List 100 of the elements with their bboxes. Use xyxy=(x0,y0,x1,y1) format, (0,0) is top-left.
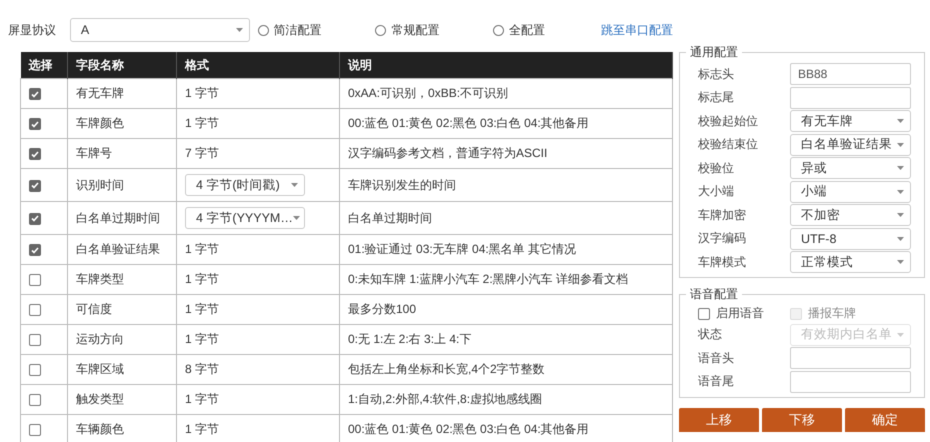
protocol-label: 屏显协议 xyxy=(8,22,57,38)
table-cell: 车辆颜色 xyxy=(76,422,124,436)
checkmark-icon xyxy=(31,90,39,98)
caret-icon xyxy=(897,260,904,264)
field-label: 校验位 xyxy=(698,160,735,176)
dropdown[interactable]: 正常模式 xyxy=(790,251,911,273)
table-cell: 1 字节 xyxy=(185,302,220,316)
table-cell: 1 字节 xyxy=(185,86,220,100)
caret-icon xyxy=(897,332,904,336)
checkbox[interactable] xyxy=(29,88,41,100)
format-dropdown[interactable]: 4 字节(时间戳) xyxy=(185,174,305,196)
column-header: 说明 xyxy=(340,52,672,78)
checkbox[interactable] xyxy=(29,394,41,406)
checkbox[interactable] xyxy=(29,274,41,286)
table-cell: 0:未知车牌 1:蓝牌小汽车 2:黑牌小汽车 详细参看文档 xyxy=(348,272,628,286)
checkbox[interactable] xyxy=(29,212,41,225)
dropdown[interactable]: 白名单验证结果 xyxy=(790,134,911,156)
panel-title: 通用配置 xyxy=(689,44,739,61)
table-cell: 触发类型 xyxy=(76,392,124,406)
table-cell: 运动方向 xyxy=(76,332,124,346)
table-cell: 8 字节 xyxy=(185,362,220,376)
caret-icon xyxy=(897,119,904,123)
format-dropdown[interactable]: 4 字节(YYYYM… xyxy=(185,207,305,229)
serial-config-link[interactable]: 跳至串口配置 xyxy=(600,22,673,38)
column-header: 字段名称 xyxy=(68,52,176,78)
field-label: 语音尾 xyxy=(698,373,735,390)
field-label: 状态 xyxy=(698,326,723,343)
table-cell: 1 字节 xyxy=(185,332,220,346)
action-button[interactable]: 上移 xyxy=(679,408,759,432)
table-cell: 0:无 1:左 2:右 3:上 4:下 xyxy=(348,332,472,346)
field-label: 车牌加密 xyxy=(698,206,747,224)
checkbox[interactable] xyxy=(29,244,41,256)
table-cell: 识别时间 xyxy=(76,178,124,192)
radio-option[interactable]: 常规配置 xyxy=(375,22,486,38)
field-label: 校验起始位 xyxy=(698,112,759,130)
table-cell: 00:蓝色 01:黄色 02:黑色 03:白色 04:其他备用 xyxy=(348,116,589,130)
dropdown[interactable]: 不加密 xyxy=(790,204,911,226)
field-label: 大小端 xyxy=(698,183,735,200)
text-field[interactable] xyxy=(790,86,911,108)
field-label: 标志尾 xyxy=(698,89,735,106)
table-cell: 车牌类型 xyxy=(76,272,124,286)
dropdown[interactable]: 有无车牌 xyxy=(790,110,911,132)
text-field[interactable] xyxy=(790,370,911,392)
table-cell: 车牌识别发生的时间 xyxy=(348,178,456,192)
caret-icon xyxy=(292,216,300,220)
caret-icon xyxy=(897,236,904,240)
table-cell: 01:验证通过 03:无车牌 04:黑名单 其它情况 xyxy=(348,242,576,256)
checkbox-label: 启用语音 xyxy=(716,305,764,322)
checkbox[interactable] xyxy=(29,364,41,376)
caret-icon xyxy=(897,166,904,170)
checkbox[interactable] xyxy=(29,180,41,192)
table-cell: 1 字节 xyxy=(185,422,220,436)
table-cell: 最多分数100 xyxy=(348,302,416,316)
text-field[interactable]: BB88 xyxy=(790,63,911,85)
checkbox[interactable] xyxy=(29,148,41,160)
panel-title: 语音配置 xyxy=(689,286,739,303)
checkbox-label: 播报车牌 xyxy=(808,305,856,322)
table-cell: 1 字节 xyxy=(185,272,220,286)
checkbox[interactable] xyxy=(29,424,41,436)
checkmark-icon xyxy=(31,215,39,222)
table-cell: 1 字节 xyxy=(185,392,220,406)
checkmark-icon xyxy=(31,120,39,128)
table-cell: 汉字编码参考文档，普通字符为ASCII xyxy=(348,146,548,160)
action-button[interactable]: 确定 xyxy=(845,408,925,432)
field-label: 车牌模式 xyxy=(698,254,747,270)
table-cell: 车牌颜色 xyxy=(76,116,124,130)
column-header: 格式 xyxy=(176,52,340,78)
field-label: 汉字编码 xyxy=(698,230,747,247)
table-cell: 白名单过期时间 xyxy=(76,210,160,224)
table-cell: 车牌区域 xyxy=(76,362,124,376)
checkbox[interactable] xyxy=(29,334,41,346)
protocol-dropdown[interactable]: A xyxy=(70,18,250,42)
checkmark-icon xyxy=(31,182,39,190)
caret-icon xyxy=(897,213,904,217)
table-cell: 1:自动,2:外部,4:软件,8:虚拟地感线圈 xyxy=(348,392,542,406)
checkbox[interactable] xyxy=(29,118,41,130)
table-cell: 7 字节 xyxy=(185,146,220,160)
checkmark-icon xyxy=(31,246,39,254)
table-cell: 0xAA:可识别，0xBB:不可识别 xyxy=(348,86,508,100)
checkbox[interactable] xyxy=(698,308,710,320)
caret-icon xyxy=(897,190,904,194)
checkbox[interactable] xyxy=(29,304,41,316)
dropdown[interactable]: UTF-8 xyxy=(790,228,911,250)
radio-option[interactable]: 简洁配置 xyxy=(258,22,368,38)
field-label: 标志头 xyxy=(698,66,735,82)
table-cell: 00:蓝色 01:黄色 02:黑色 03:白色 04:其他备用 xyxy=(348,422,589,436)
table-cell: 1 字节 xyxy=(185,116,220,130)
caret-icon xyxy=(236,28,243,32)
caret-icon xyxy=(897,142,904,146)
table-cell: 有无车牌 xyxy=(76,86,124,100)
action-button[interactable]: 下移 xyxy=(762,408,842,432)
table-cell: 1 字节 xyxy=(185,242,220,256)
table-cell: 白名单验证结果 xyxy=(76,242,160,256)
field-label: 语音头 xyxy=(698,350,735,366)
checkmark-icon xyxy=(31,150,39,158)
text-field[interactable] xyxy=(790,347,911,369)
dropdown[interactable]: 小端 xyxy=(790,180,911,202)
table-cell: 包括左上角坐标和长宽,4个2字节整数 xyxy=(348,362,545,376)
column-header: 选择 xyxy=(20,52,68,78)
dropdown[interactable]: 异或 xyxy=(790,157,911,179)
